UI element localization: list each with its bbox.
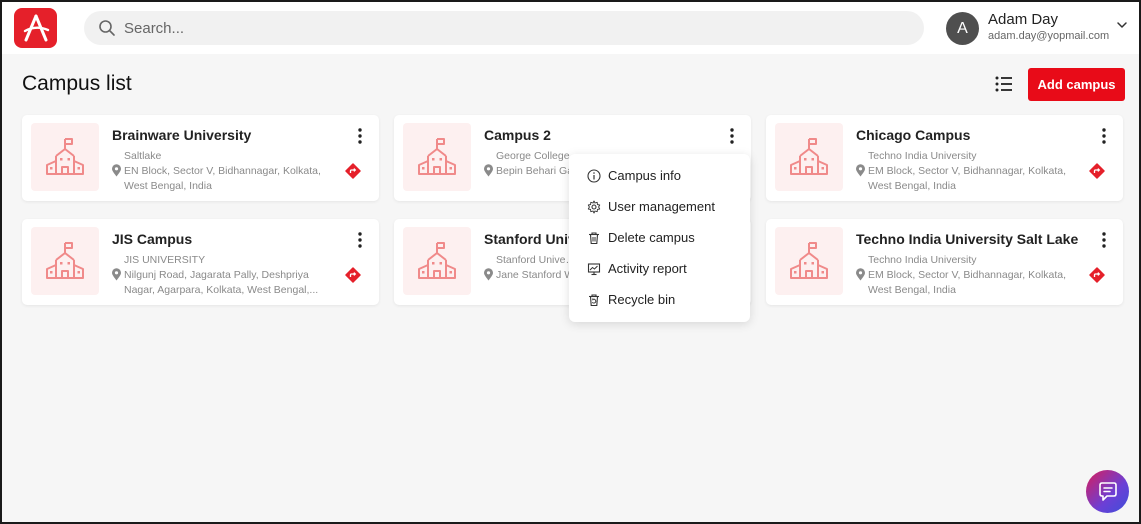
add-campus-button[interactable]: Add campus (1028, 68, 1125, 101)
school-building-icon (418, 242, 456, 279)
top-bar: A Adam Day adam.day@yopmail.com (2, 2, 1139, 54)
campus-context-menu: Campus info User management Delete campu… (569, 154, 750, 322)
report-icon (587, 262, 601, 275)
campus-name[interactable]: Brainware University (112, 127, 251, 143)
menu-item-label: Delete campus (608, 230, 695, 245)
trash-icon (589, 231, 599, 244)
location-pin-icon (856, 164, 865, 177)
campus-thumbnail (31, 123, 99, 191)
more-options-icon[interactable] (724, 126, 740, 146)
recycle-bin-icon (589, 293, 599, 306)
location-pin-icon (484, 164, 493, 177)
school-building-icon (790, 138, 828, 175)
search-input[interactable] (124, 19, 824, 37)
user-menu[interactable]: A Adam Day adam.day@yopmail.com (946, 9, 1136, 49)
list-view-icon[interactable] (992, 73, 1016, 95)
campus-card[interactable]: JIS Campus JIS UNIVERSITY Nilgunj Road, … (22, 219, 379, 305)
campus-organization: Techno India University (868, 150, 977, 162)
campus-card[interactable]: Chicago Campus Techno India University E… (766, 115, 1123, 201)
search-bar[interactable] (84, 11, 924, 45)
campus-address: EM Block, Sector V, Bidhannagar, Kolkata… (868, 269, 1067, 296)
avatar[interactable]: A (946, 12, 979, 45)
menu-item-label: Campus info (608, 168, 681, 183)
menu-item-campus-info[interactable]: Campus info (569, 160, 750, 191)
gear-icon (587, 200, 601, 213)
campus-thumbnail (403, 123, 471, 191)
directions-icon[interactable] (345, 163, 361, 179)
chat-support-button[interactable] (1086, 470, 1129, 513)
school-building-icon (46, 138, 84, 175)
menu-item-recycle-bin[interactable]: Recycle bin (569, 284, 750, 315)
more-options-icon[interactable] (352, 230, 368, 250)
school-building-icon (790, 242, 828, 279)
campus-name[interactable]: JIS Campus (112, 231, 192, 247)
directions-icon[interactable] (345, 267, 361, 283)
campus-organization: Saltlake (124, 150, 162, 162)
campus-address: EN Block, Sector V, Bidhannagar, Kolkata… (124, 165, 321, 192)
campus-name[interactable]: Chicago Campus (856, 127, 970, 143)
campus-name[interactable]: Campus 2 (484, 127, 551, 143)
menu-item-label: User management (608, 199, 715, 214)
menu-item-activity-report[interactable]: Activity report (569, 253, 750, 284)
menu-item-user-management[interactable]: User management (569, 191, 750, 222)
school-building-icon (46, 242, 84, 279)
chat-icon (1098, 481, 1117, 501)
campus-organization: Stanford Unive… (496, 254, 576, 266)
app-window: A Adam Day adam.day@yopmail.com Campus l… (0, 0, 1141, 524)
more-options-icon[interactable] (1096, 126, 1112, 146)
info-icon (587, 168, 601, 183)
menu-item-label: Recycle bin (608, 292, 676, 307)
location-pin-icon (112, 268, 121, 281)
location-pin-icon (856, 268, 865, 281)
chevron-down-icon[interactable] (1116, 19, 1128, 31)
campus-organization: JIS UNIVERSITY (124, 254, 206, 266)
logo-mark-icon (23, 14, 49, 42)
campus-card[interactable]: Brainware University Saltlake EN Block, … (22, 115, 379, 201)
campus-organization: Techno India University (868, 254, 977, 266)
location-pin-icon (484, 268, 493, 281)
campus-name[interactable]: Techno India University Salt Lake (856, 231, 1078, 247)
location-pin-icon (112, 164, 121, 177)
more-options-icon[interactable] (352, 126, 368, 146)
campus-card[interactable]: Techno India University Salt Lake Techno… (766, 219, 1123, 305)
directions-icon[interactable] (1089, 267, 1105, 283)
school-building-icon (418, 138, 456, 175)
directions-icon[interactable] (1089, 163, 1105, 179)
campus-thumbnail (31, 227, 99, 295)
user-name: Adam Day (988, 11, 1059, 28)
user-email: adam.day@yopmail.com (988, 30, 1110, 42)
menu-item-delete-campus[interactable]: Delete campus (569, 222, 750, 253)
campus-thumbnail (403, 227, 471, 295)
more-options-icon[interactable] (1096, 230, 1112, 250)
app-logo[interactable] (14, 8, 57, 48)
search-icon (99, 20, 115, 36)
campus-address: EM Block, Sector V, Bidhannagar, Kolkata… (868, 165, 1067, 192)
page-title: Campus list (22, 72, 132, 95)
menu-item-label: Activity report (608, 261, 687, 276)
campus-organization: George College (496, 150, 570, 162)
campus-address: Nilgunj Road, Jagarata Pally, Deshpriya … (124, 269, 319, 296)
campus-thumbnail (775, 123, 843, 191)
campus-thumbnail (775, 227, 843, 295)
